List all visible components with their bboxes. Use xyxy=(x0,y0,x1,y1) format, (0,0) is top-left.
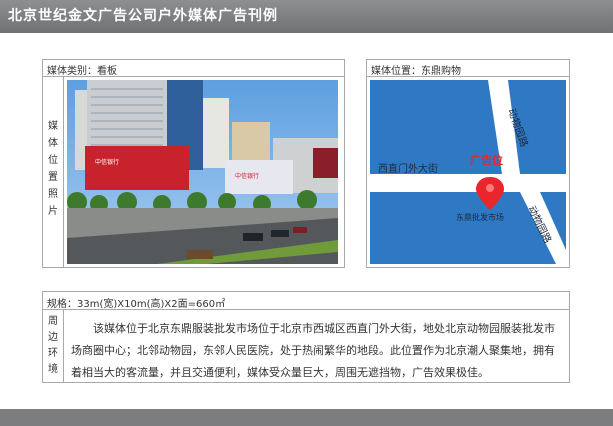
photo-caption-char: 照 xyxy=(48,189,58,200)
surroundings-label-char: 环 xyxy=(48,348,58,359)
spec-bar: 规格：33m(宽)X10m(高)X2面=660㎡ xyxy=(42,291,570,310)
location-map: 动物园路 动物园路 西直门外大街 广告位 东鼎批发市场 xyxy=(370,80,566,264)
photo-caption-char: 位 xyxy=(48,155,58,166)
right-billboard-brand: 中信银行 xyxy=(235,172,259,180)
left-billboard-brand: 中信银行 xyxy=(95,158,119,166)
location-description: 该媒体位于北京东鼎服装批发市场位于北京市西城区西直门外大街，地处北京动物园服装批… xyxy=(71,322,555,379)
header-bar: 北京世纪金文广告公司户外媒体广告刊例 xyxy=(0,0,613,33)
billboard-photo: 中信银行 中信银行 xyxy=(67,80,338,264)
photo-caption-char: 置 xyxy=(48,172,58,183)
place-label: 东鼎批发市场 xyxy=(456,212,504,222)
photo-caption-char: 媒 xyxy=(48,121,58,132)
ad-position-label: 广告位 xyxy=(470,153,503,167)
media-type-label: 媒体类别：看板 xyxy=(47,66,117,77)
media-location-bar: 媒体位置：东鼎购物 xyxy=(366,59,570,77)
footer-bar xyxy=(0,409,613,426)
media-type-bar: 媒体类别：看板 xyxy=(42,59,345,77)
surroundings-label-char: 境 xyxy=(48,364,58,375)
photo-caption-char: 片 xyxy=(48,206,58,217)
media-location-label: 媒体位置：东鼎购物 xyxy=(371,66,461,77)
surroundings-label-char: 边 xyxy=(48,332,58,343)
spec-text: 规格：33m(宽)X10m(高)X2面=660㎡ xyxy=(47,299,226,310)
photo-caption-char: 体 xyxy=(48,138,58,149)
page-title: 北京世纪金文广告公司户外媒体广告刊例 xyxy=(8,8,278,24)
surroundings-label-char: 周 xyxy=(48,316,58,327)
street-label: 西直门外大街 xyxy=(378,162,438,175)
